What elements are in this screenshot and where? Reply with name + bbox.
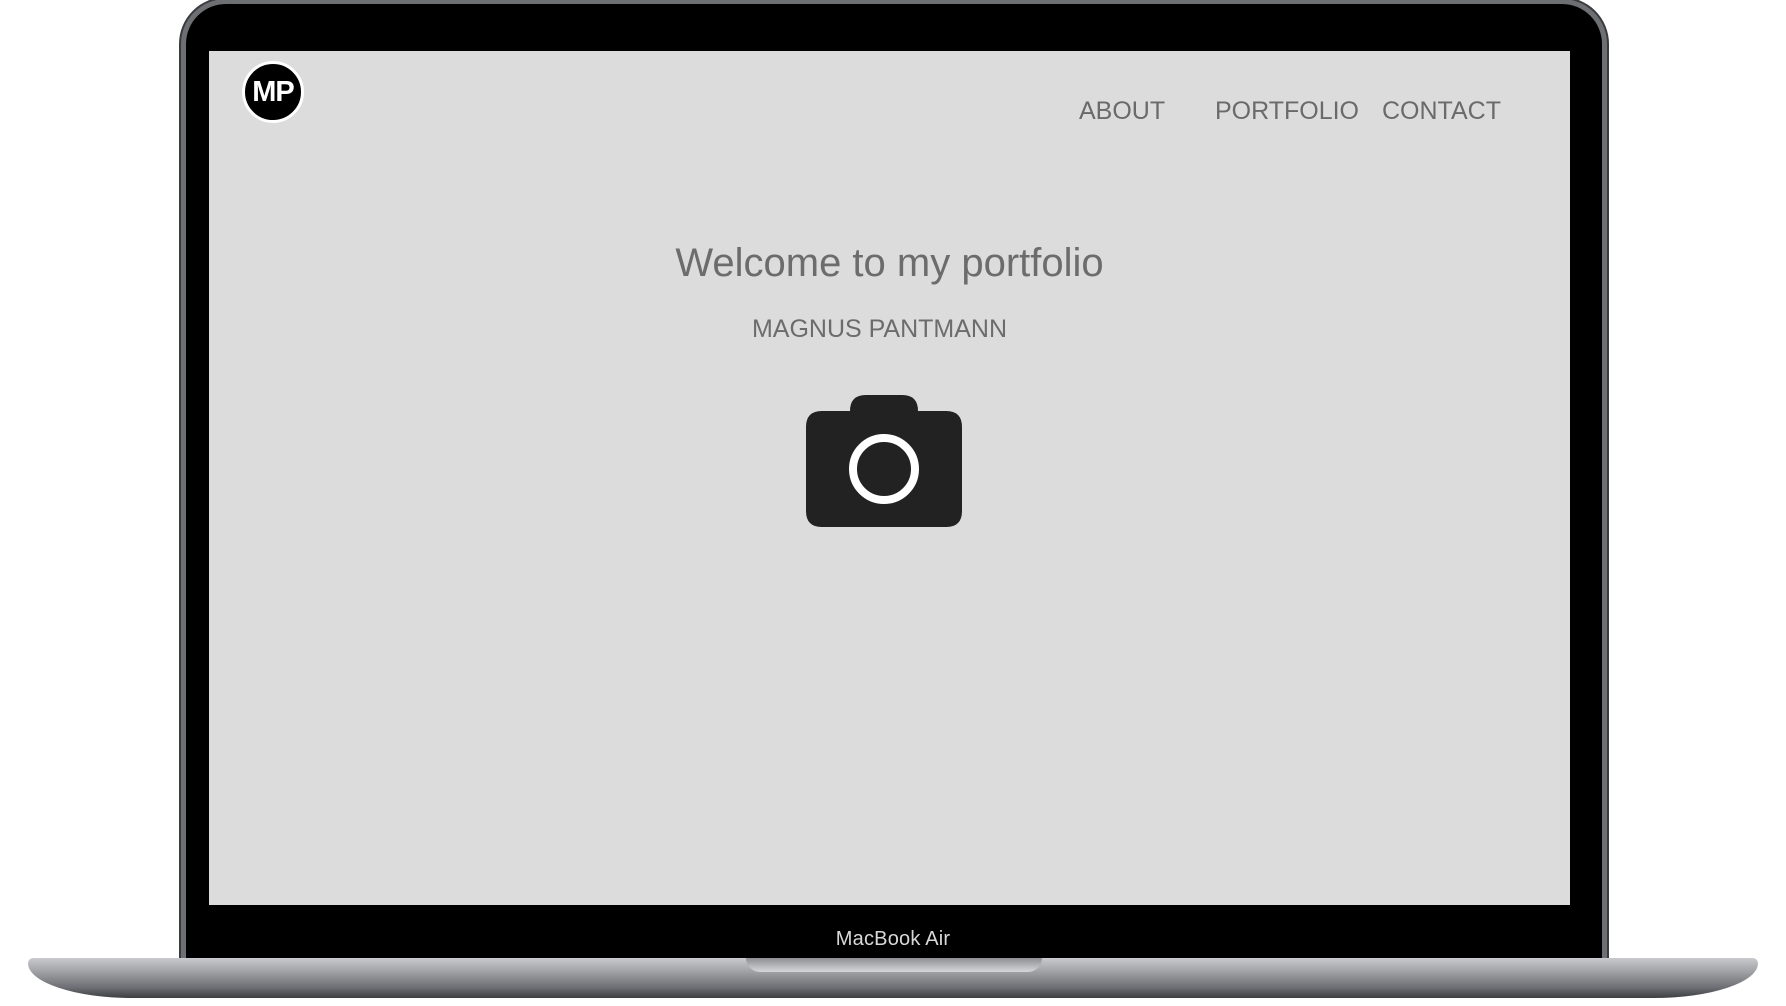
hero-subtitle: MAGNUS PANTMANN — [751, 315, 1008, 343]
laptop-screen: MP ABOUT PORTFOLIO CONTACT Welcome to my… — [209, 51, 1570, 905]
camera-icon — [806, 395, 962, 527]
nav-link-about[interactable]: ABOUT — [1079, 97, 1165, 126]
device-model-label: MacBook Air — [835, 928, 951, 950]
laptop-hinge-notch — [746, 958, 1042, 972]
hero-title: Welcome to my portfolio — [675, 241, 1104, 285]
nav-link-portfolio[interactable]: PORTFOLIO — [1215, 97, 1359, 126]
main-nav: ABOUT PORTFOLIO CONTACT — [209, 97, 1570, 127]
nav-link-contact[interactable]: CONTACT — [1382, 97, 1501, 126]
